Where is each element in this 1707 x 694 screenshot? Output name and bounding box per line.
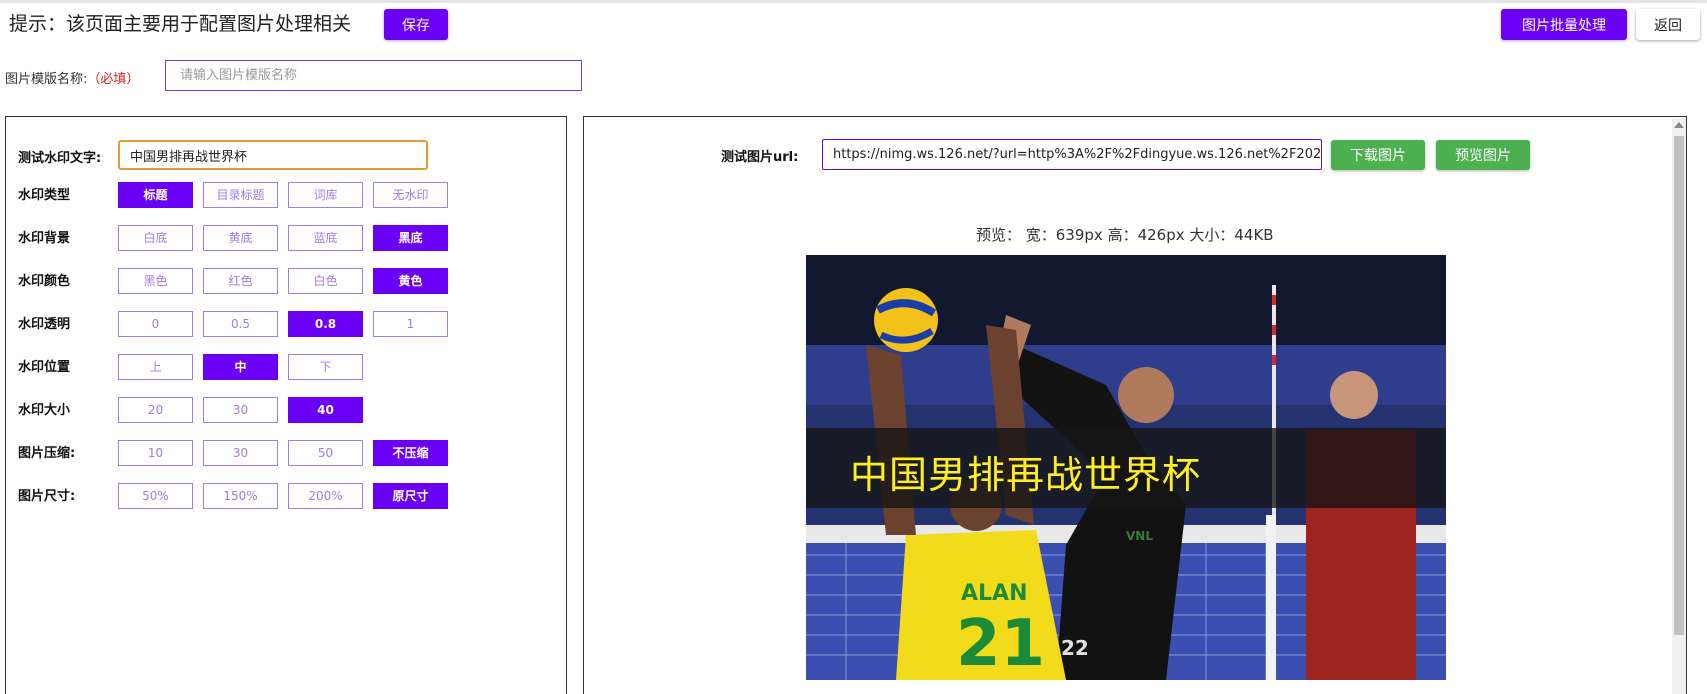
option-row-label: 图片压缩: [18,446,76,461]
preview-info: 预览： 宽：639px 高：426px 大小：44KB [976,226,1274,244]
option-row-label: 水印位置 [18,360,71,375]
test-url-label: 测试图片url: [721,150,799,165]
option-button[interactable]: 中 [203,354,278,380]
option-button[interactable]: 黄底 [203,225,278,251]
template-name-label: 图片模版名称:（必填） [5,68,139,87]
option-button[interactable]: 不压缩 [373,440,448,466]
download-image-button[interactable]: 下载图片 [1331,140,1425,170]
net-brand: VNL [1126,529,1153,543]
option-button[interactable]: 0.5 [203,311,278,337]
watermark-overlay-text: 中国男排再战世界杯 [850,453,1202,497]
option-button[interactable]: 无水印 [373,182,448,208]
option-button[interactable]: 黄色 [373,268,448,294]
option-button[interactable]: 10 [118,440,193,466]
page-hint: 提示：该页面主要用于配置图片处理相关 [9,13,352,35]
scroll-up-arrow-icon[interactable] [1674,122,1684,128]
required-mark: （必填） [87,72,140,87]
settings-panel [5,116,567,694]
option-row-label: 水印颜色 [18,274,71,289]
option-button[interactable]: 0.8 [288,311,363,337]
option-button[interactable]: 30 [203,440,278,466]
template-name-label-text: 图片模版名称: [5,72,88,87]
option-button[interactable]: 原尺寸 [373,483,448,509]
test-url-input[interactable] [822,139,1322,170]
option-button[interactable]: 白底 [118,225,193,251]
option-button[interactable]: 上 [118,354,193,380]
jersey-number-2: 22 [1061,636,1089,660]
watermark-text-input[interactable] [118,140,428,170]
option-button[interactable]: 红色 [203,268,278,294]
jersey-number: 21 [956,607,1045,680]
option-button[interactable]: 下 [288,354,363,380]
option-row-label: 图片尺寸: [18,489,76,504]
top-divider [0,0,1707,3]
option-button[interactable]: 40 [288,397,363,423]
batch-process-button[interactable]: 图片批量处理 [1501,9,1627,40]
back-button[interactable]: 返回 [1636,9,1700,40]
option-button[interactable]: 标题 [118,182,193,208]
preview-image-button[interactable]: 预览图片 [1436,140,1530,170]
option-row-label: 水印背景 [18,231,71,246]
option-button[interactable]: 词库 [288,182,363,208]
option-button[interactable]: 黑底 [373,225,448,251]
option-button[interactable]: 20 [118,397,193,423]
preview-image: ALAN 21 22 VNL 中国男排再战世界杯 [806,255,1446,680]
option-button[interactable]: 200% [288,483,363,509]
save-button[interactable]: 保存 [384,9,448,40]
option-button[interactable]: 白色 [288,268,363,294]
option-button[interactable]: 30 [203,397,278,423]
option-button[interactable]: 黑色 [118,268,193,294]
option-button[interactable]: 150% [203,483,278,509]
scrollbar-thumb[interactable] [1674,136,1684,635]
option-button[interactable]: 1 [373,311,448,337]
template-name-input[interactable] [165,60,582,91]
option-row-label: 水印大小 [18,403,71,418]
jersey-name: ALAN [961,581,1027,606]
watermark-text-label: 测试水印文字: [18,151,102,166]
option-button[interactable]: 0 [118,311,193,337]
option-button[interactable]: 蓝底 [288,225,363,251]
option-row-label: 水印透明 [18,317,71,332]
option-button[interactable]: 50 [288,440,363,466]
option-row-label: 水印类型 [18,188,71,203]
option-button[interactable]: 目录标题 [203,182,278,208]
option-button[interactable]: 50% [118,483,193,509]
